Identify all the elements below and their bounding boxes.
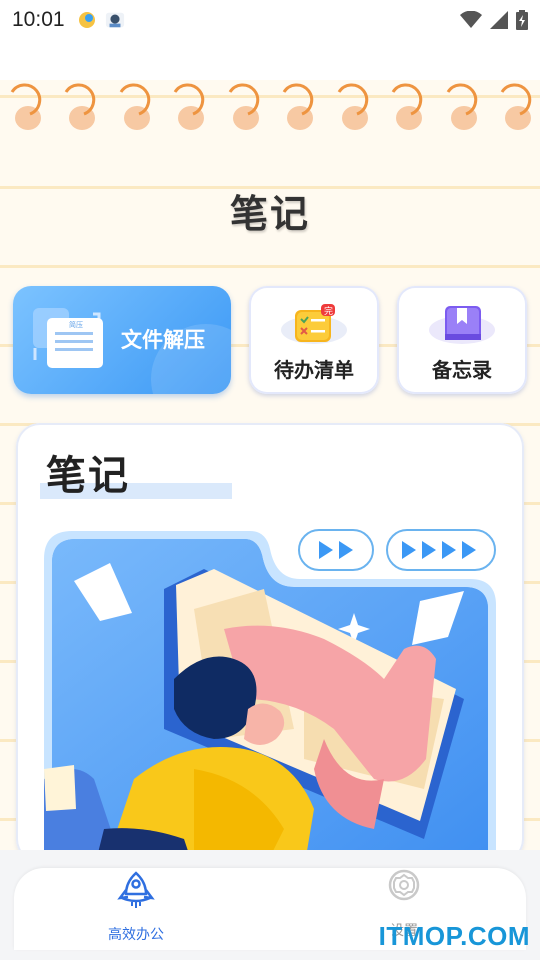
header-spacer [0, 40, 540, 80]
ring-icon [442, 78, 482, 134]
notebook-rings [6, 78, 536, 138]
checklist-icon: 完 [281, 304, 347, 344]
battery-icon [516, 10, 528, 30]
ring-icon [333, 78, 373, 134]
ring-icon [278, 78, 318, 134]
signal-icon [490, 11, 508, 29]
wifi-icon [460, 11, 482, 28]
file-unzip-button[interactable]: 简压 文件解压 [13, 286, 231, 394]
bookmark-book-icon [429, 306, 495, 344]
ring-icon [496, 78, 536, 134]
tool-label: 备忘录 [432, 358, 492, 382]
ring-icon [387, 78, 427, 134]
rocket-icon [117, 871, 155, 908]
todo-badge-text: 完 [324, 305, 333, 317]
todo-list-button[interactable]: 完 待办清单 [249, 286, 379, 394]
ring-icon [169, 78, 209, 134]
tool-label: 待办清单 [274, 358, 354, 382]
ring-icon [224, 78, 264, 134]
gear-icon [388, 869, 420, 901]
status-time: 10:01 [12, 8, 65, 31]
note-card[interactable]: 笔记 [16, 423, 524, 863]
status-bar: 10:01 [0, 0, 540, 40]
nav-label: 高效办公 [108, 927, 164, 943]
ring-icon [60, 78, 100, 134]
notification-app-icon [78, 12, 95, 28]
watermark-logo: ITMOP.COM [378, 921, 530, 951]
ring-icon [115, 78, 155, 134]
system-icons [460, 10, 528, 30]
nav-item-office[interactable]: 高效办公 [76, 868, 196, 950]
memo-button[interactable]: 备忘录 [397, 286, 527, 394]
notification-avatar-icon [105, 12, 124, 28]
document-icon: 简压 [33, 308, 103, 368]
note-heading: 笔记 [46, 453, 130, 499]
icon-wrap: 完 [281, 304, 347, 344]
ring-icon [6, 78, 46, 134]
reading-illustration [44, 531, 496, 863]
tool-row: 简压 文件解压 完 待办清单 备忘录 [13, 286, 527, 396]
tool-label: 文件解压 [121, 328, 205, 352]
doc-badge-text: 简压 [69, 320, 83, 329]
icon-wrap [429, 304, 495, 344]
title-band: 笔记 [0, 160, 540, 260]
notification-icons [77, 10, 125, 30]
page-title: 笔记 [229, 191, 310, 236]
